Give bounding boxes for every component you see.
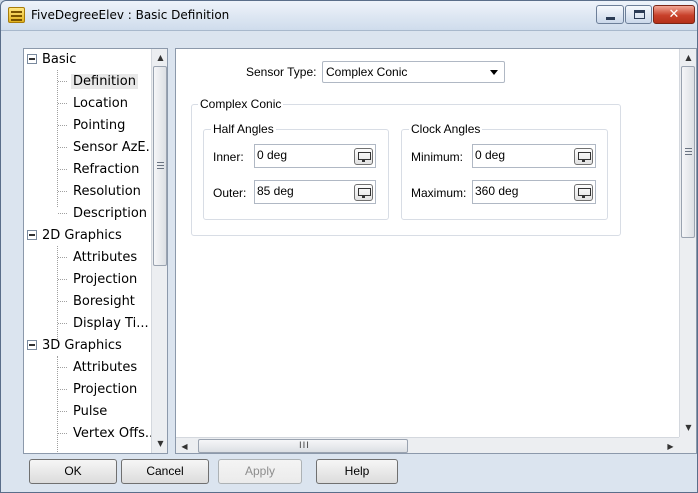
- main-horizontal-scroll-thumb[interactable]: III: [198, 439, 408, 453]
- maximum-angle-input[interactable]: [475, 184, 555, 198]
- tree-item-sensor-azel[interactable]: Sensor AzE...: [24, 137, 160, 158]
- tree-scroll-thumb[interactable]: [153, 66, 167, 266]
- cancel-button[interactable]: Cancel: [121, 459, 209, 484]
- tree-item-2d-projection[interactable]: Projection: [24, 269, 139, 290]
- outer-angle-input[interactable]: [257, 184, 337, 198]
- definition-panel: Sensor Type: Complex Conic Complex Conic…: [175, 48, 697, 454]
- dropdown-arrow-icon: [490, 70, 498, 75]
- tree-item-location[interactable]: Location: [24, 93, 130, 114]
- scroll-up-arrow-icon[interactable]: ▲: [680, 49, 696, 66]
- inner-angle-field[interactable]: [254, 144, 376, 168]
- collapse-icon[interactable]: [27, 230, 37, 240]
- tree-item-2d-attributes[interactable]: Attributes: [24, 247, 139, 268]
- title-bar[interactable]: FiveDegreeElev : Basic Definition ✕: [1, 1, 697, 31]
- inner-angle-input[interactable]: [257, 148, 337, 162]
- close-icon: ✕: [668, 7, 680, 22]
- window-title: FiveDegreeElev : Basic Definition: [31, 8, 230, 22]
- tree-item-label: Projection: [73, 272, 138, 287]
- tree-item-label: Attributes: [73, 360, 138, 375]
- tree-item-label: Attributes: [73, 250, 138, 265]
- main-horizontal-scrollbar[interactable]: ◀ III ▶: [176, 437, 679, 453]
- scroll-up-arrow-icon[interactable]: ▲: [152, 49, 167, 66]
- minimum-angle-input[interactable]: [475, 148, 555, 162]
- scroll-left-arrow-icon[interactable]: ◀: [176, 438, 193, 453]
- maximize-icon: [634, 10, 645, 19]
- maximum-label: Maximum:: [411, 186, 467, 200]
- tree-vertical-scrollbar[interactable]: ▲ ▼: [151, 49, 167, 453]
- tree-item-pointing[interactable]: Pointing: [24, 115, 127, 136]
- minimum-label: Minimum:: [411, 150, 464, 164]
- tree-group-basic[interactable]: Basic: [24, 49, 78, 70]
- tree-item-label: Boresight: [73, 294, 135, 309]
- main-vertical-scroll-thumb[interactable]: [681, 66, 695, 238]
- tree-item-refraction[interactable]: Refraction: [24, 159, 141, 180]
- minimize-button[interactable]: [596, 5, 624, 24]
- tree-item-3d-pulse[interactable]: Pulse: [24, 401, 109, 422]
- clock-angles-group: [401, 129, 608, 220]
- scroll-right-arrow-icon[interactable]: ▶: [662, 438, 679, 453]
- collapse-icon[interactable]: [27, 340, 37, 350]
- tree-item-label: Sensor AzE...: [73, 140, 159, 155]
- tree-item-label: Location: [73, 96, 128, 111]
- unit-selector-icon[interactable]: [574, 184, 593, 201]
- tree-item-label: Display Ti...: [73, 316, 149, 331]
- complex-conic-title: Complex Conic: [198, 97, 284, 111]
- unit-selector-icon[interactable]: [354, 148, 373, 165]
- minimum-angle-field[interactable]: [472, 144, 596, 168]
- outer-angle-field[interactable]: [254, 180, 376, 204]
- tree-item-2d-display-times[interactable]: Display Ti...: [24, 313, 151, 334]
- maximize-button[interactable]: [625, 5, 652, 24]
- minimize-icon: [606, 17, 615, 20]
- scroll-down-arrow-icon[interactable]: ▼: [152, 435, 167, 452]
- unit-selector-icon[interactable]: [354, 184, 373, 201]
- tree-item-label: Projection: [73, 382, 138, 397]
- half-angles-title: Half Angles: [211, 122, 276, 136]
- half-angles-group: [203, 129, 389, 220]
- tree-group-3d-graphics[interactable]: 3D Graphics: [24, 335, 124, 356]
- tree-group-2d-graphics[interactable]: 2D Graphics: [24, 225, 124, 246]
- tree-item-label: Pulse: [73, 404, 108, 419]
- apply-button[interactable]: Apply: [218, 459, 302, 484]
- help-button[interactable]: Help: [316, 459, 398, 484]
- tree-group-label: 2D Graphics: [42, 228, 122, 243]
- tree-item-label: Description: [73, 206, 148, 221]
- scroll-down-arrow-icon[interactable]: ▼: [680, 419, 696, 436]
- unit-selector-icon[interactable]: [574, 148, 593, 165]
- ok-button[interactable]: OK: [29, 459, 117, 484]
- property-tree: Basic Definition Location Pointing Senso…: [23, 48, 168, 454]
- sensor-type-dropdown[interactable]: Complex Conic: [322, 61, 505, 83]
- tree-group-label: Basic: [42, 52, 77, 67]
- tree-item-3d-attributes[interactable]: Attributes: [24, 357, 139, 378]
- close-button[interactable]: ✕: [653, 5, 695, 24]
- outer-label: Outer:: [213, 186, 247, 200]
- main-vertical-scrollbar[interactable]: ▲ ▼: [679, 49, 696, 437]
- maximum-angle-field[interactable]: [472, 180, 596, 204]
- tree-item-2d-boresight[interactable]: Boresight: [24, 291, 137, 312]
- tree-item-label: Resolution: [73, 184, 141, 199]
- dialog-window: FiveDegreeElev : Basic Definition ✕ Basi…: [0, 0, 698, 493]
- tree-item-resolution[interactable]: Resolution: [24, 181, 143, 202]
- clock-angles-title: Clock Angles: [409, 122, 483, 136]
- tree-item-3d-projection[interactable]: Projection: [24, 379, 139, 400]
- tree-item-label: Refraction: [73, 162, 140, 177]
- tree-item-3d-vertex-offsets[interactable]: Vertex Offs...: [24, 423, 159, 444]
- tree-item-definition[interactable]: Definition: [24, 71, 138, 92]
- tree-item-label: Pointing: [73, 118, 126, 133]
- scrollbar-corner: [679, 437, 696, 453]
- inner-label: Inner:: [213, 150, 244, 164]
- sensor-type-label: Sensor Type:: [246, 65, 317, 79]
- tree-item-label: Vertex Offs...: [73, 426, 158, 441]
- tree-item-label: Definition: [71, 74, 138, 89]
- tree-item-description[interactable]: Description: [24, 203, 149, 224]
- scroll-grip: III: [299, 441, 310, 451]
- sensor-properties-icon: [8, 7, 25, 23]
- sensor-type-value: Complex Conic: [326, 65, 408, 79]
- collapse-icon[interactable]: [27, 54, 37, 64]
- tree-group-label: 3D Graphics: [42, 338, 122, 353]
